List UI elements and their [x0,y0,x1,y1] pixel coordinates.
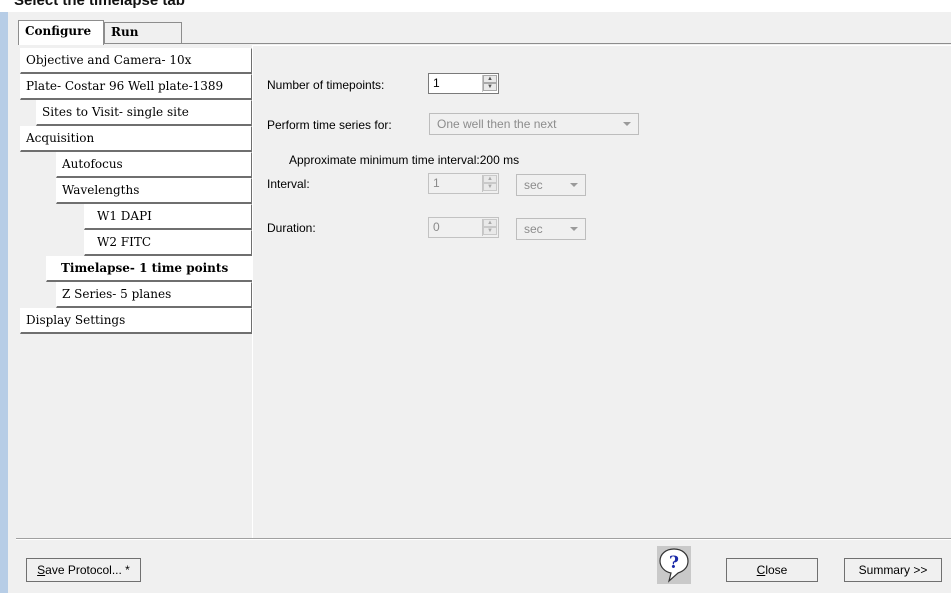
tab-configure[interactable]: Configure [18,20,104,45]
nav-item-wavelengths[interactable]: Wavelengths [56,178,252,204]
save-protocol-mnemonic: S [37,563,46,577]
footer-divider-highlight [16,539,951,540]
nav-item-w2-fitc[interactable]: W2 FITC [84,230,252,256]
nav-item-timelapse[interactable]: Timelapse- 1 time points [46,256,256,282]
close-button[interactable]: Close [726,558,818,582]
save-protocol-button[interactable]: Save Protocol... * [26,558,141,582]
nav-item-display-settings[interactable]: Display Settings [20,308,252,334]
nav-item-autofocus[interactable]: Autofocus [56,152,252,178]
svg-text:?: ? [669,553,679,573]
duration-unit-value: sec [524,222,543,236]
timelapse-settings-panel: Number of timepoints: 1 ▲ ▼ Perform time… [252,45,951,538]
duration-spinner[interactable]: 0 ▲ ▼ [428,217,499,238]
interval-unit-select[interactable]: sec [516,174,586,196]
duration-label: Duration: [267,221,316,235]
nav-item-plate[interactable]: Plate- Costar 96 Well plate-1389 [20,74,252,100]
spin-up-icon[interactable]: ▲ [483,75,497,83]
chevron-down-icon [570,227,578,231]
interval-value: 1 [433,176,440,190]
chevron-down-icon [570,183,578,187]
nav-item-sites-to-visit[interactable]: Sites to Visit- single site [36,100,252,126]
num-timepoints-label: Number of timepoints: [267,78,385,92]
nav-item-objective-camera[interactable]: Objective and Camera- 10x [20,48,252,74]
summary-button[interactable]: Summary >> [844,558,942,582]
duration-value: 0 [433,220,440,234]
spin-up-icon[interactable]: ▲ [483,175,497,183]
duration-unit-select[interactable]: sec [516,218,586,240]
chevron-down-icon [623,122,631,126]
nav-item-acquisition[interactable]: Acquisition [20,126,252,152]
background-document-strip: Select the timelapse tab [0,0,951,12]
interval-arrows[interactable]: ▲ ▼ [482,175,497,192]
save-protocol-label: ave Protocol... * [45,563,130,577]
help-question-bubble-icon[interactable]: ? [657,546,691,584]
close-label: lose [765,563,788,577]
tab-divider [18,43,951,44]
perform-series-value: One well then the next [437,117,557,131]
spin-down-icon[interactable]: ▼ [483,183,497,191]
num-timepoints-arrows[interactable]: ▲ ▼ [482,75,497,92]
spin-down-icon[interactable]: ▼ [483,227,497,235]
protocol-window: Configure Run Objective and Camera- 10x … [8,12,951,593]
interval-spinner[interactable]: 1 ▲ ▼ [428,173,499,194]
num-timepoints-spinner[interactable]: 1 ▲ ▼ [428,73,499,94]
background-heading: Select the timelapse tab [14,0,185,9]
num-timepoints-value: 1 [433,76,440,90]
duration-arrows[interactable]: ▲ ▼ [482,219,497,236]
nav-item-z-series[interactable]: Z Series- 5 planes [56,282,252,308]
spin-down-icon[interactable]: ▼ [483,83,497,91]
spin-up-icon[interactable]: ▲ [483,219,497,227]
approx-interval-text: Approximate minimum time interval:200 ms [289,153,520,167]
interval-label: Interval: [267,177,310,191]
nav-item-w1-dapi[interactable]: W1 DAPI [84,204,252,230]
tab-run[interactable]: Run [104,22,182,44]
left-accent-bar [0,12,8,593]
perform-series-label: Perform time series for: [267,118,392,132]
interval-unit-value: sec [524,178,543,192]
perform-series-select[interactable]: One well then the next [429,113,639,135]
